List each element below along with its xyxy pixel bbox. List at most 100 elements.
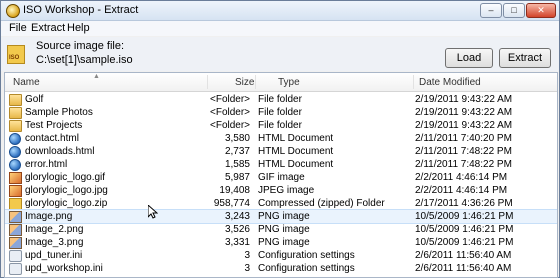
- close-button[interactable]: ✕: [526, 3, 556, 18]
- list-item[interactable]: downloads.html 2,737 HTML Document 2/11/201…: [5, 145, 557, 158]
- png-icon: [9, 224, 22, 236]
- item-size: <Folder>: [210, 107, 251, 118]
- item-date: 2/11/2011 7:40:20 PM: [415, 133, 512, 144]
- item-type: JPEG image: [258, 185, 315, 196]
- item-date: 10/5/2009 1:46:21 PM: [415, 224, 514, 235]
- item-size: 3,526: [224, 224, 250, 235]
- sort-arrow-icon: ▲: [93, 73, 100, 80]
- list-item[interactable]: Test Projects <Folder> File folder 2/19/201…: [5, 119, 557, 132]
- column-separator[interactable]: [207, 75, 208, 89]
- item-type: PNG image: [258, 237, 310, 248]
- list-item[interactable]: Image.png 3,243 PNG image 10/5/2009 1:46:21…: [5, 209, 557, 224]
- item-date: 2/19/2011 9:43:22 AM: [415, 94, 513, 105]
- list-item[interactable]: glorylogic_logo.jpg 19,408 JPEG image 2/2/2…: [5, 184, 557, 197]
- column-size[interactable]: Size: [235, 77, 254, 88]
- item-name: glorylogic_logo.zip: [25, 198, 108, 209]
- list-item[interactable]: glorylogic_logo.zip 958,774 Compressed (zi…: [5, 197, 557, 210]
- column-name[interactable]: Name: [13, 77, 40, 88]
- item-type: PNG image: [258, 224, 310, 235]
- load-button[interactable]: Load: [445, 48, 493, 68]
- column-separator[interactable]: [255, 75, 256, 89]
- source-label: Source image file:: [36, 40, 125, 52]
- item-type: Configuration settings: [258, 250, 355, 261]
- item-date: 2/6/2011 11:56:40 AM: [415, 263, 512, 274]
- maximize-button[interactable]: □: [503, 3, 525, 18]
- list-item[interactable]: Sample Photos <Folder> File folder 2/19/201…: [5, 106, 557, 119]
- item-size: 3,331: [224, 237, 250, 248]
- png-icon: [9, 237, 22, 249]
- item-type: Compressed (zipped) Folder: [258, 198, 385, 209]
- item-date: 2/19/2011 9:43:22 AM: [415, 120, 513, 131]
- item-type: Configuration settings: [258, 263, 355, 274]
- menu-extract[interactable]: Extract: [31, 22, 65, 34]
- item-type: HTML Document: [258, 146, 334, 157]
- item-type: HTML Document: [258, 133, 334, 144]
- item-size: <Folder>: [210, 94, 251, 105]
- list-header: ▲ Name Size Type Date Modified: [5, 73, 557, 92]
- item-date: 2/6/2011 11:56:40 AM: [415, 250, 512, 261]
- app-window: ISO Workshop - Extract – □ ✕ File Extrac…: [0, 0, 560, 278]
- image-icon: [9, 185, 22, 197]
- item-date: 2/2/2011 4:46:14 PM: [415, 185, 508, 196]
- folder-icon: [9, 94, 22, 106]
- item-name: glorylogic_logo.jpg: [25, 185, 108, 196]
- menu-bar: File Extract Help: [1, 21, 559, 36]
- item-name: Golf: [25, 94, 44, 105]
- minimize-button[interactable]: –: [480, 3, 502, 18]
- item-name: contact.html: [25, 133, 79, 144]
- column-type[interactable]: Type: [278, 77, 300, 88]
- item-name: Test Projects: [25, 120, 83, 131]
- item-size: 3,243: [224, 211, 250, 222]
- item-name: Sample Photos: [25, 107, 93, 118]
- item-size: 2,737: [224, 146, 250, 157]
- item-date: 10/5/2009 1:46:21 PM: [415, 211, 514, 222]
- window-title: ISO Workshop - Extract: [23, 4, 139, 16]
- title-bar[interactable]: ISO Workshop - Extract – □ ✕: [1, 1, 559, 21]
- app-icon: [6, 4, 20, 18]
- item-size: 19,408: [219, 185, 250, 196]
- html-icon: [9, 159, 21, 171]
- ini-icon: [9, 263, 22, 275]
- item-date: 2/11/2011 7:48:22 PM: [415, 159, 512, 170]
- extract-button[interactable]: Extract: [499, 48, 551, 68]
- item-date: 2/19/2011 9:43:22 AM: [415, 107, 513, 118]
- item-type: GIF image: [258, 172, 305, 183]
- html-icon: [9, 133, 21, 145]
- item-date: 10/5/2009 1:46:21 PM: [415, 237, 514, 248]
- item-size: 3: [244, 250, 250, 261]
- source-panel: ISO Source image file: C:\set[1]\sample.…: [1, 37, 559, 71]
- list-item[interactable]: error.html 1,585 HTML Document 2/11/2011 7:…: [5, 158, 557, 171]
- list-item[interactable]: glorylogic_logo.gif 5,987 GIF image 2/2/201…: [5, 171, 557, 184]
- item-size: 958,774: [213, 198, 250, 209]
- list-item[interactable]: upd_tuner.ini 3 Configuration settings 2/6/…: [5, 249, 557, 262]
- list-item[interactable]: contact.html 3,580 HTML Document 2/11/2011 …: [5, 132, 557, 145]
- item-size: 3,580: [224, 133, 250, 144]
- item-name: downloads.html: [25, 146, 95, 157]
- column-date[interactable]: Date Modified: [419, 77, 481, 88]
- file-list[interactable]: ▲ Name Size Type Date Modified Golf <Fold…: [4, 72, 558, 278]
- column-separator[interactable]: [413, 75, 414, 89]
- item-size: 3: [244, 263, 250, 274]
- list-item[interactable]: upd_workshop.ini 3 Configuration settings 2…: [5, 262, 557, 275]
- menu-help[interactable]: Help: [67, 22, 90, 34]
- item-name: glorylogic_logo.gif: [25, 172, 106, 183]
- html-icon: [9, 146, 21, 158]
- item-name: upd_tuner.ini: [25, 250, 83, 261]
- item-type: File folder: [258, 120, 302, 131]
- iso-file-icon: ISO: [7, 45, 25, 64]
- item-name: upd_workshop.ini: [25, 263, 103, 274]
- item-date: 2/11/2011 7:48:22 PM: [415, 146, 512, 157]
- list-item[interactable]: Image_2.png 3,526 PNG image 10/5/2009 1:46:…: [5, 223, 557, 236]
- item-date: 2/2/2011 4:46:14 PM: [415, 172, 508, 183]
- item-date: 2/17/2011 4:36:26 PM: [415, 198, 513, 209]
- source-path: C:\set[1]\sample.iso: [36, 54, 133, 66]
- menu-file[interactable]: File: [9, 22, 27, 34]
- zip-icon: [9, 198, 22, 210]
- item-type: File folder: [258, 94, 302, 105]
- item-name: error.html: [25, 159, 68, 170]
- list-item[interactable]: Golf <Folder> File folder 2/19/2011 9:43:22…: [5, 93, 557, 106]
- item-name: Image_2.png: [25, 224, 84, 235]
- list-item[interactable]: Image_3.png 3,331 PNG image 10/5/2009 1:46:…: [5, 236, 557, 249]
- item-size: 5,987: [224, 172, 250, 183]
- image-icon: [9, 172, 22, 184]
